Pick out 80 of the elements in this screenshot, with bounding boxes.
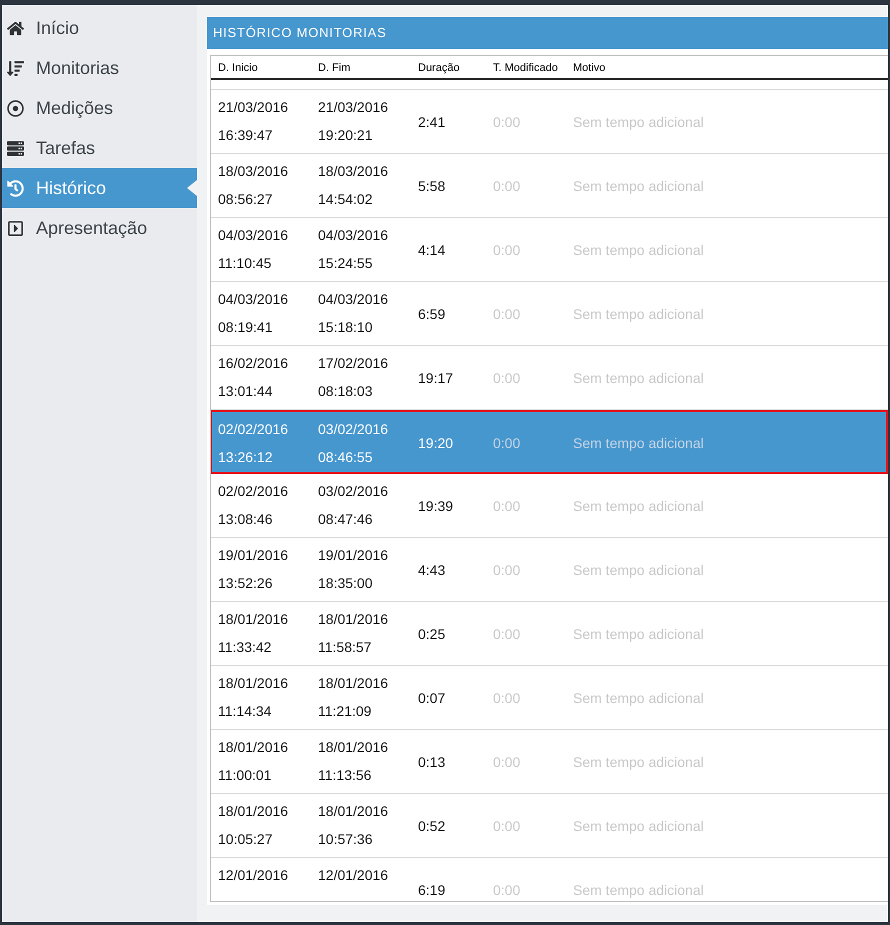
- sidebar-item[interactable]: Medições: [2, 88, 197, 128]
- duration-text: 5:58: [418, 177, 446, 196]
- time-text: 08:19:41: [218, 318, 272, 337]
- sidebar-item[interactable]: Início: [2, 8, 197, 48]
- date-text: 18/01/2016: [318, 674, 388, 693]
- sidebar-item[interactable]: Tarefas: [2, 128, 197, 168]
- time-text: 10:05:27: [218, 830, 272, 849]
- time-text: 08:46:55: [318, 448, 372, 467]
- time-text: 15:24:55: [318, 254, 372, 273]
- history-icon: [7, 180, 24, 196]
- date-text: 12/01/2016: [318, 866, 388, 885]
- duration-text: 19:39: [418, 497, 454, 516]
- duration-text: 2:41: [418, 113, 446, 132]
- date-text: 03/02/2016: [318, 482, 388, 501]
- time-text: 16:39:47: [218, 126, 272, 145]
- date-text: 04/03/2016: [218, 290, 288, 309]
- date-text: 17/02/2016: [318, 354, 388, 373]
- date-text: 19/01/2016: [218, 546, 288, 565]
- date-text: 21/03/2016: [318, 98, 388, 117]
- duration-text: 0:13: [418, 753, 446, 772]
- time-text: 11:00:01: [218, 766, 272, 785]
- panel-title: HISTÓRICO MONITORIAS: [213, 24, 387, 42]
- date-text: 02/02/2016: [218, 482, 288, 501]
- time-text: 11:10:45: [218, 254, 272, 273]
- column-header: Motivo: [573, 62, 606, 74]
- sidebar-item[interactable]: Apresentação: [2, 208, 197, 248]
- time-text: 14:54:02: [318, 190, 372, 209]
- column-header: Duração: [418, 62, 460, 74]
- date-text: 18/01/2016: [318, 610, 388, 629]
- time-text: 13:08:46: [218, 510, 272, 529]
- date-text: 02/02/2016: [218, 420, 288, 439]
- duration-text: 0:25: [418, 625, 446, 644]
- sidebar-item[interactable]: Monitorias: [2, 48, 197, 88]
- duration-text: 6:19: [418, 881, 446, 900]
- modified-time-text: 0:00: [493, 434, 520, 452]
- time-text: 15:18:10: [318, 318, 372, 337]
- date-text: 18/01/2016: [318, 738, 388, 757]
- time-text: 13:01:44: [218, 382, 272, 401]
- duration-text: 6:59: [418, 305, 446, 324]
- date-text: 12/01/2016: [218, 866, 288, 885]
- duration-text: 4:43: [418, 561, 446, 580]
- date-text: 18/01/2016: [218, 802, 288, 821]
- duration-text: 0:52: [418, 817, 446, 836]
- time-text: 08:18:03: [318, 382, 372, 401]
- duration-text: 19:17: [418, 369, 454, 388]
- time-text: 11:58:57: [318, 638, 372, 657]
- time-text: 10:57:36: [318, 830, 372, 849]
- date-text: 04/03/2016: [218, 226, 288, 245]
- time-text: 08:47:46: [318, 510, 372, 529]
- date-text: 18/01/2016: [218, 738, 288, 757]
- date-text: 18/03/2016: [318, 162, 388, 181]
- time-text: 11:33:42: [218, 638, 272, 657]
- column-header: T. Modificado: [493, 62, 558, 74]
- date-text: 04/03/2016: [318, 226, 388, 245]
- column-header: D. Fim: [318, 62, 350, 74]
- column-header: D. Inicio: [218, 62, 258, 74]
- date-text: 18/01/2016: [218, 674, 288, 693]
- date-text: 19/01/2016: [318, 546, 388, 565]
- time-text: 18:35:00: [318, 574, 372, 593]
- time-text: 13:52:26: [218, 574, 272, 593]
- date-text: 16/02/2016: [218, 354, 288, 373]
- date-text: 18/01/2016: [318, 802, 388, 821]
- date-text: 04/03/2016: [318, 290, 388, 309]
- sort-down-icon: [7, 60, 24, 76]
- reason-text: Sem tempo adicional: [573, 434, 704, 453]
- time-text: 11:13:56: [318, 766, 372, 785]
- time-text: 13:26:12: [218, 448, 272, 467]
- date-text: 21/03/2016: [218, 98, 288, 117]
- duration-text: 0:07: [418, 689, 446, 708]
- time-text: 11:14:34: [218, 702, 272, 721]
- date-text: 18/03/2016: [218, 162, 288, 181]
- stacked-bars-icon: [7, 140, 24, 156]
- date-text: 18/01/2016: [218, 610, 288, 629]
- home-icon: [7, 20, 24, 36]
- duration-text: 19:20: [418, 434, 454, 452]
- time-text: 08:56:27: [218, 190, 272, 209]
- time-text: 11:21:09: [318, 702, 372, 721]
- date-text: 03/02/2016: [318, 420, 388, 439]
- duration-text: 4:14: [418, 241, 446, 260]
- time-text: 19:20:21: [318, 126, 372, 145]
